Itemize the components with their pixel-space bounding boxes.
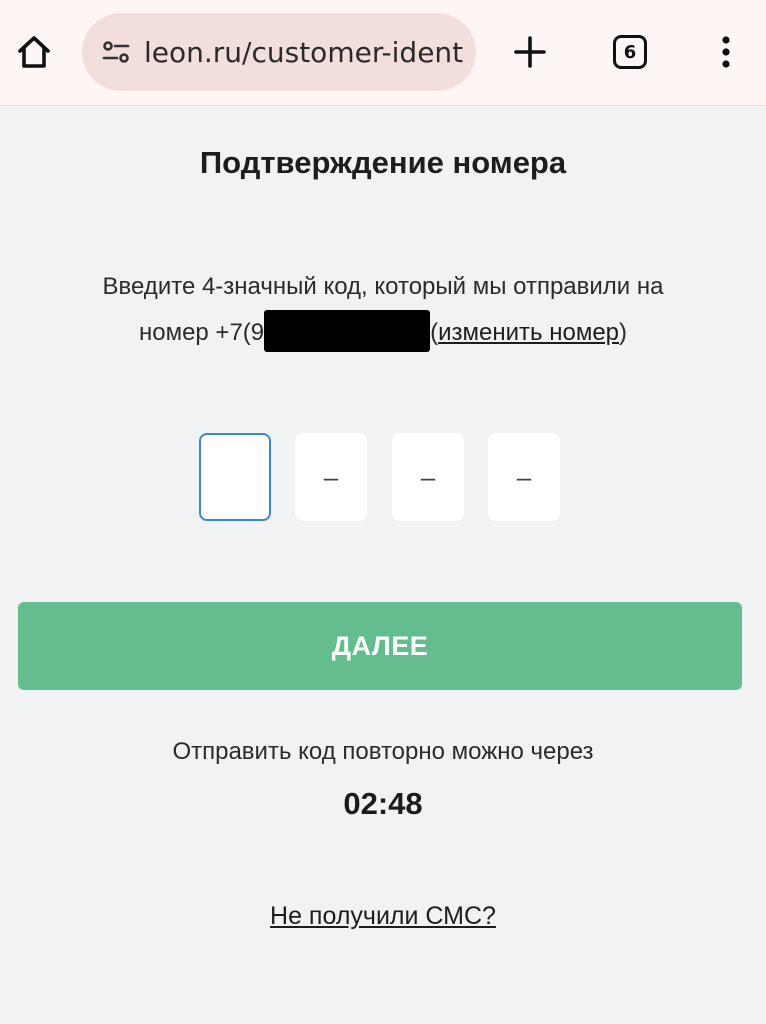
- redacted-phone: [264, 309, 431, 352]
- code-digit-3[interactable]: –: [392, 433, 464, 521]
- phone-prefix: номер +7(9: [138, 319, 265, 346]
- resend-timer: 02:48: [343, 786, 423, 821]
- site-settings-button[interactable]: [96, 32, 136, 72]
- plus-icon: [514, 36, 546, 68]
- url-text: leon.ru/customer-identification: [144, 35, 464, 69]
- no-sms-link[interactable]: Не получили СМС?: [270, 902, 496, 930]
- instruction-line-1: Введите 4-значный код, который мы отправ…: [102, 273, 664, 300]
- more-vert-icon: [722, 36, 730, 68]
- instruction-line-2: номер +7(9 (изменить номер): [20, 309, 746, 356]
- next-button[interactable]: ДАЛЕЕ: [18, 602, 742, 690]
- instruction-text: Введите 4-значный код, который мы отправ…: [20, 264, 746, 356]
- home-button[interactable]: [10, 28, 58, 76]
- tab-switcher-button[interactable]: 6: [606, 28, 654, 76]
- new-tab-button[interactable]: [506, 28, 554, 76]
- code-digit-2[interactable]: –: [295, 433, 367, 521]
- code-digit-1[interactable]: [199, 433, 271, 521]
- site-settings-icon: [102, 41, 130, 63]
- paren-open: (: [430, 319, 439, 346]
- change-number-link[interactable]: изменить номер: [438, 319, 619, 346]
- code-digit-4[interactable]: –: [488, 433, 560, 521]
- address-bar[interactable]: leon.ru/customer-identification: [82, 13, 476, 91]
- page-title: Подтверждение номера: [199, 145, 567, 180]
- resend-text: Отправить код повторно можно через: [172, 738, 594, 765]
- paren-close: ): [619, 319, 628, 346]
- home-icon: [18, 36, 50, 68]
- tab-count: 6: [623, 41, 637, 63]
- no-sms-link-wrap: Не получили СМС?: [0, 902, 766, 931]
- browser-toolbar: leon.ru/customer-identification 6: [0, 0, 766, 106]
- more-menu-button[interactable]: [702, 28, 750, 76]
- tabs-icon: 6: [613, 35, 647, 69]
